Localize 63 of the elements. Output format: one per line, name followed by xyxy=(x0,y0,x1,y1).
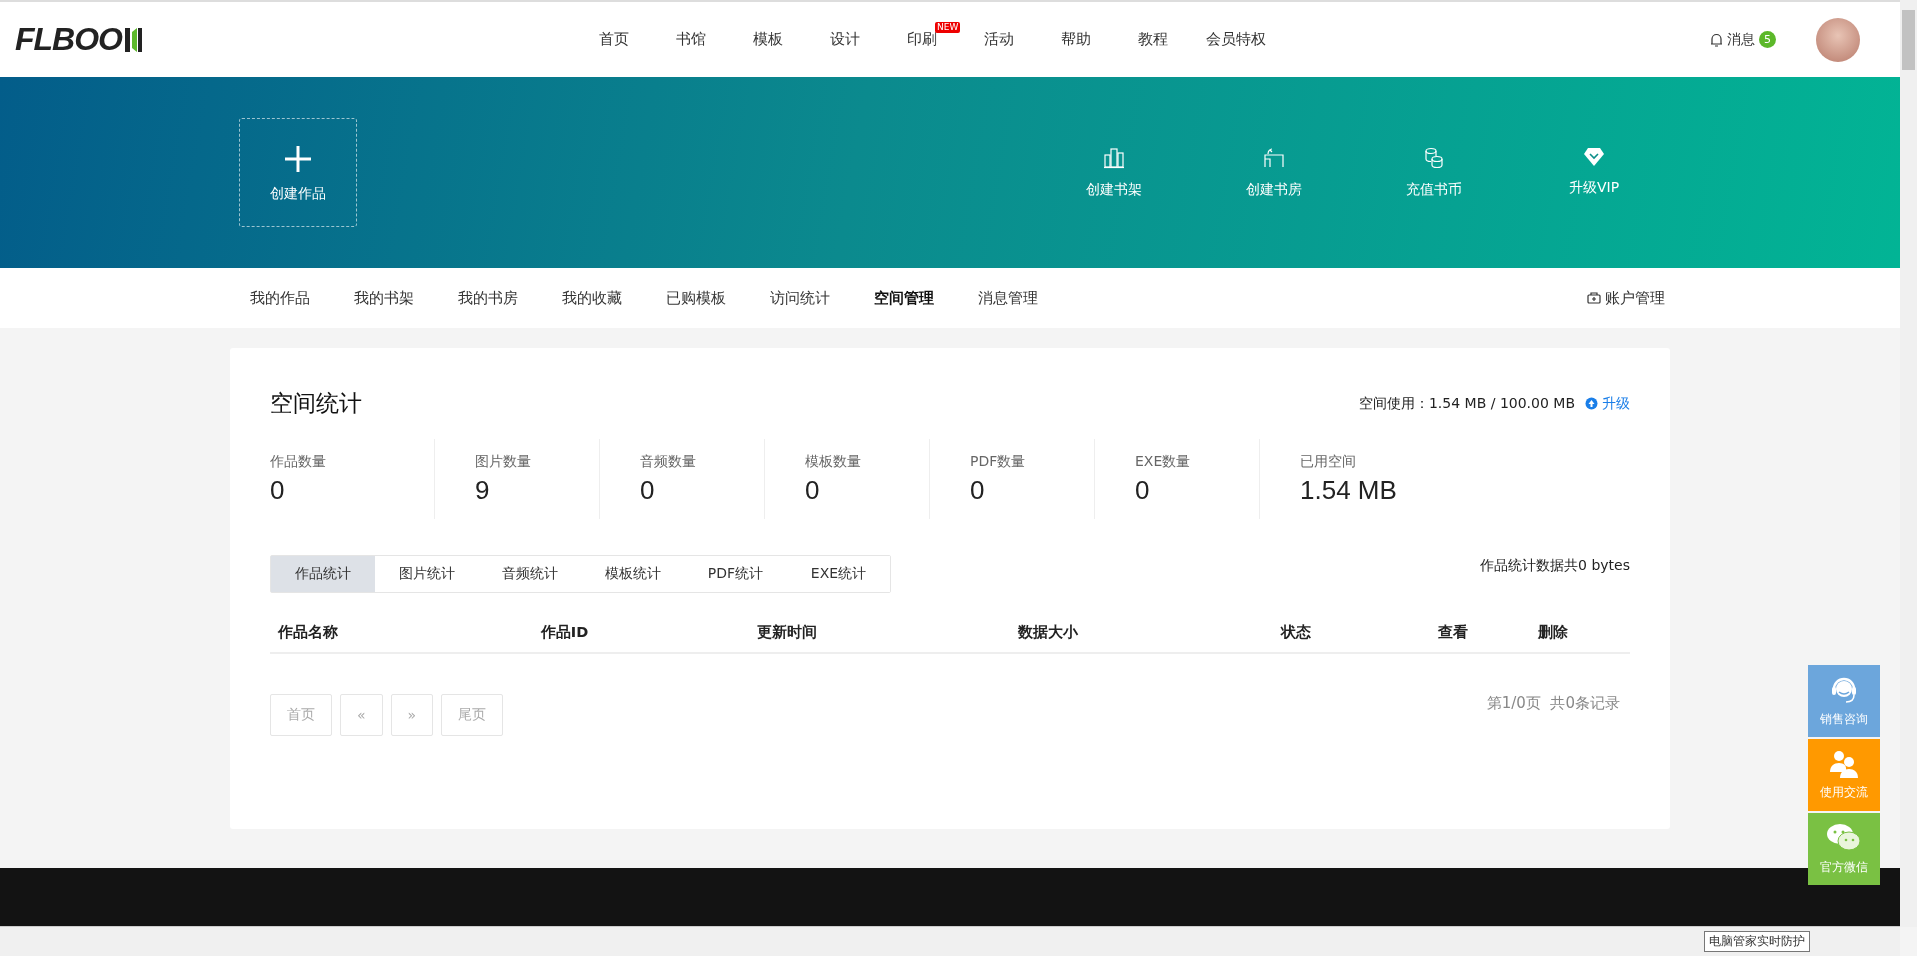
stat-value: 0 xyxy=(970,474,986,506)
space-usage: 空间使用：1.54 MB / 100.00 MB xyxy=(1358,394,1575,413)
coins-icon xyxy=(1423,146,1445,169)
nav-link[interactable]: 模板 xyxy=(752,30,783,48)
column-header: 状态 xyxy=(1281,623,1313,642)
avatar[interactable] xyxy=(1816,17,1860,62)
chat-icon xyxy=(1826,822,1862,853)
subnav-tab[interactable]: 消息管理 xyxy=(978,288,1038,308)
column-header: 删除 xyxy=(1538,623,1570,642)
subnav-tab[interactable]: 访问统计 xyxy=(770,288,830,308)
subnav-tab[interactable]: 我的作品 xyxy=(250,288,310,308)
stat-label: 模板数量 xyxy=(805,452,862,471)
stat-value: 0 xyxy=(805,474,821,506)
stat-value: 0 xyxy=(640,474,656,506)
stat-label: EXE数量 xyxy=(1135,452,1192,471)
create-work-button[interactable]: 创建作品 xyxy=(239,118,357,227)
scrollbar[interactable] xyxy=(1900,0,1917,927)
stat-label: 作品数量 xyxy=(270,452,327,471)
subnav-tab[interactable]: 已购模板 xyxy=(666,288,726,308)
desk-icon xyxy=(1262,146,1286,169)
data-summary: 作品统计数据共0 bytes xyxy=(1480,557,1630,575)
nav-link[interactable]: 教程 xyxy=(1137,30,1168,48)
new-badge: NEW xyxy=(935,22,961,33)
stat-label: PDF数量 xyxy=(970,452,1027,471)
stat-value: 0 xyxy=(270,474,286,506)
bell-icon xyxy=(1710,32,1723,47)
tooltip: 电脑管家实时防护 xyxy=(1704,931,1810,952)
buildings-icon xyxy=(1103,146,1125,169)
subnav-tab[interactable]: 我的收藏 xyxy=(562,288,622,308)
subnav-tab[interactable]: 我的书房 xyxy=(458,288,518,308)
nav-link[interactable]: 设计 xyxy=(829,30,860,48)
nav-link[interactable]: 印刷 xyxy=(906,30,937,48)
upgrade-icon xyxy=(1585,397,1598,410)
column-header: 数据大小 xyxy=(1018,623,1080,642)
stat-value: 0 xyxy=(1135,474,1151,506)
stat-label: 已用空间 xyxy=(1300,452,1357,471)
nav-link[interactable]: 书馆 xyxy=(675,30,706,48)
column-header: 作品ID xyxy=(540,623,590,642)
people-icon xyxy=(1828,749,1860,778)
subnav-tab[interactable]: 空间管理 xyxy=(874,288,934,308)
column-header: 更新时间 xyxy=(756,623,818,642)
messages-link[interactable]: 消息 xyxy=(1727,30,1755,49)
nav-link[interactable]: 会员特权 xyxy=(1206,30,1266,48)
nav-link[interactable]: 首页 xyxy=(598,30,629,48)
message-count: 5 xyxy=(1759,31,1776,48)
stat-value: 9 xyxy=(475,474,491,506)
column-header: 作品名称 xyxy=(278,623,339,642)
upgrade-link[interactable]: 升级 xyxy=(1585,394,1630,413)
logo-text[interactable]: FLBOO xyxy=(15,21,122,58)
card-title: 空间统计 xyxy=(270,389,362,418)
account-link[interactable]: 账户管理 xyxy=(1581,287,1671,309)
column-header: 查看 xyxy=(1438,623,1470,642)
subnav-tab[interactable]: 我的书架 xyxy=(354,288,414,308)
stat-label: 图片数量 xyxy=(475,452,532,471)
stats-tab[interactable]: 作品统计 xyxy=(271,556,375,592)
stat-value: 1.54 MB xyxy=(1300,474,1398,506)
banner-action[interactable]: 创建书架 xyxy=(1034,145,1194,200)
diamond-icon xyxy=(1583,146,1605,167)
nav-link[interactable]: 帮助 xyxy=(1060,30,1091,48)
logo-mark-icon xyxy=(123,26,143,53)
stat-label: 音频数量 xyxy=(640,452,697,471)
nav-link[interactable]: 活动 xyxy=(983,30,1014,48)
page-info: 第1/0页 共0条记录 xyxy=(1486,694,1620,714)
